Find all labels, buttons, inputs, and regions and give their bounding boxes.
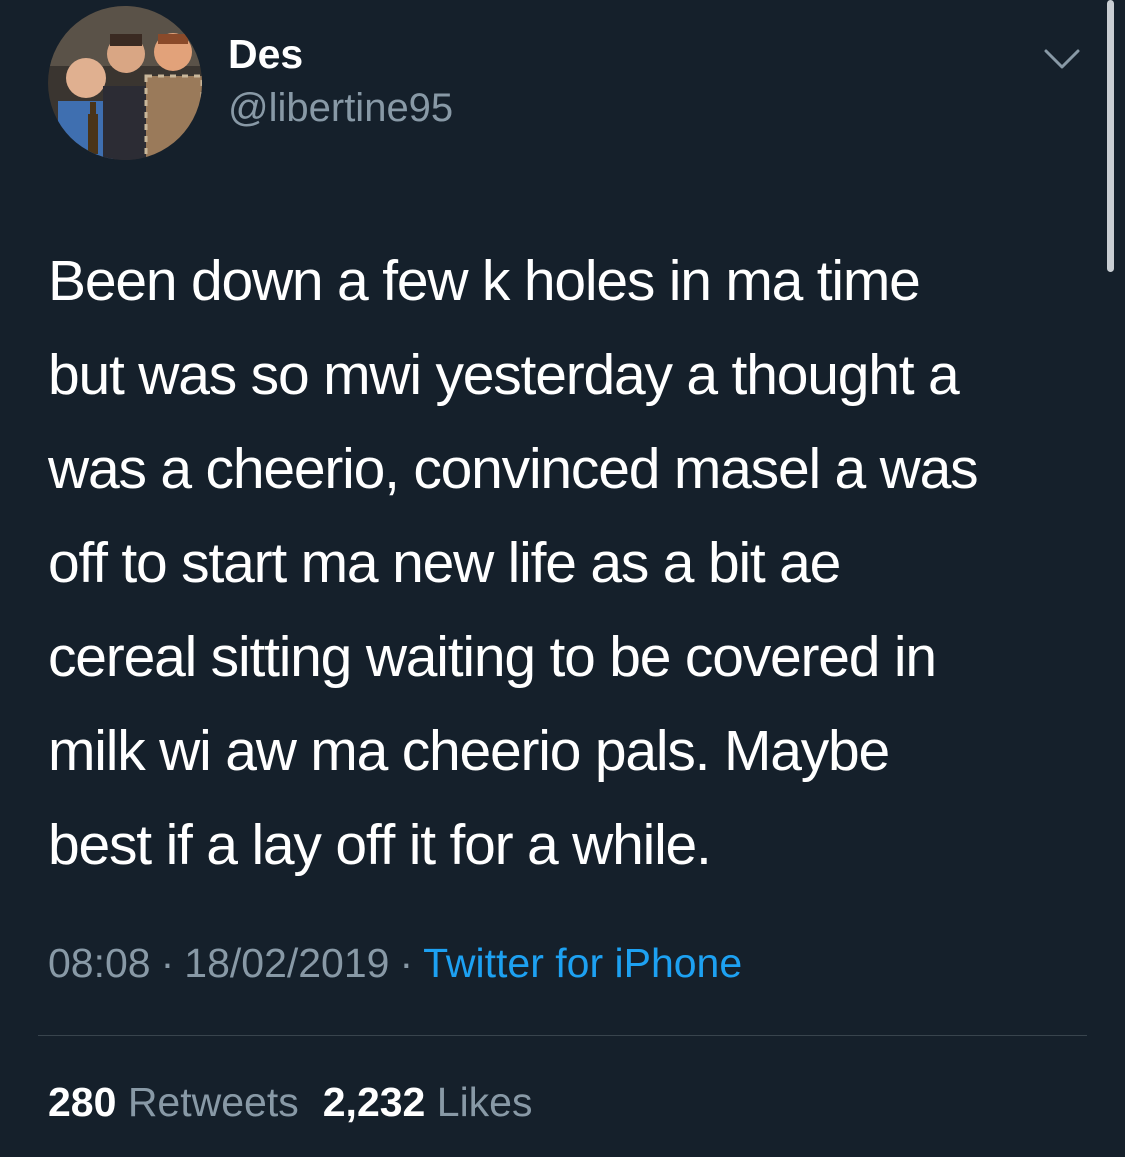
- user-handle[interactable]: @libertine95: [228, 84, 453, 132]
- retweets-label: Retweets: [127, 1079, 299, 1125]
- chevron-down-icon[interactable]: [1042, 44, 1082, 74]
- tweet-date: 18/02/2019: [184, 940, 390, 986]
- divider: [38, 1035, 1087, 1036]
- tweet-source-link[interactable]: Twitter for iPhone: [423, 940, 742, 986]
- tweet-stats: 280 Retweets 2,232 Likes: [48, 1076, 532, 1128]
- avatar[interactable]: [48, 6, 202, 160]
- display-name[interactable]: Des: [228, 30, 303, 78]
- tweet-text: Been down a few k holes in ma time but w…: [48, 249, 979, 877]
- meta-separator: ·: [160, 940, 175, 986]
- tweet-time: 08:08: [48, 940, 151, 986]
- meta-separator: ·: [399, 940, 414, 986]
- retweets-stat[interactable]: 280 Retweets: [48, 1079, 299, 1125]
- retweets-count: 280: [48, 1079, 117, 1125]
- scrollbar[interactable]: [1107, 0, 1114, 272]
- tweet-meta: 08:08 · 18/02/2019 · Twitter for iPhone: [48, 937, 742, 989]
- avatar-photo: [48, 6, 202, 160]
- likes-stat[interactable]: 2,232 Likes: [323, 1079, 533, 1125]
- likes-label: Likes: [436, 1079, 533, 1125]
- likes-count: 2,232: [322, 1079, 426, 1125]
